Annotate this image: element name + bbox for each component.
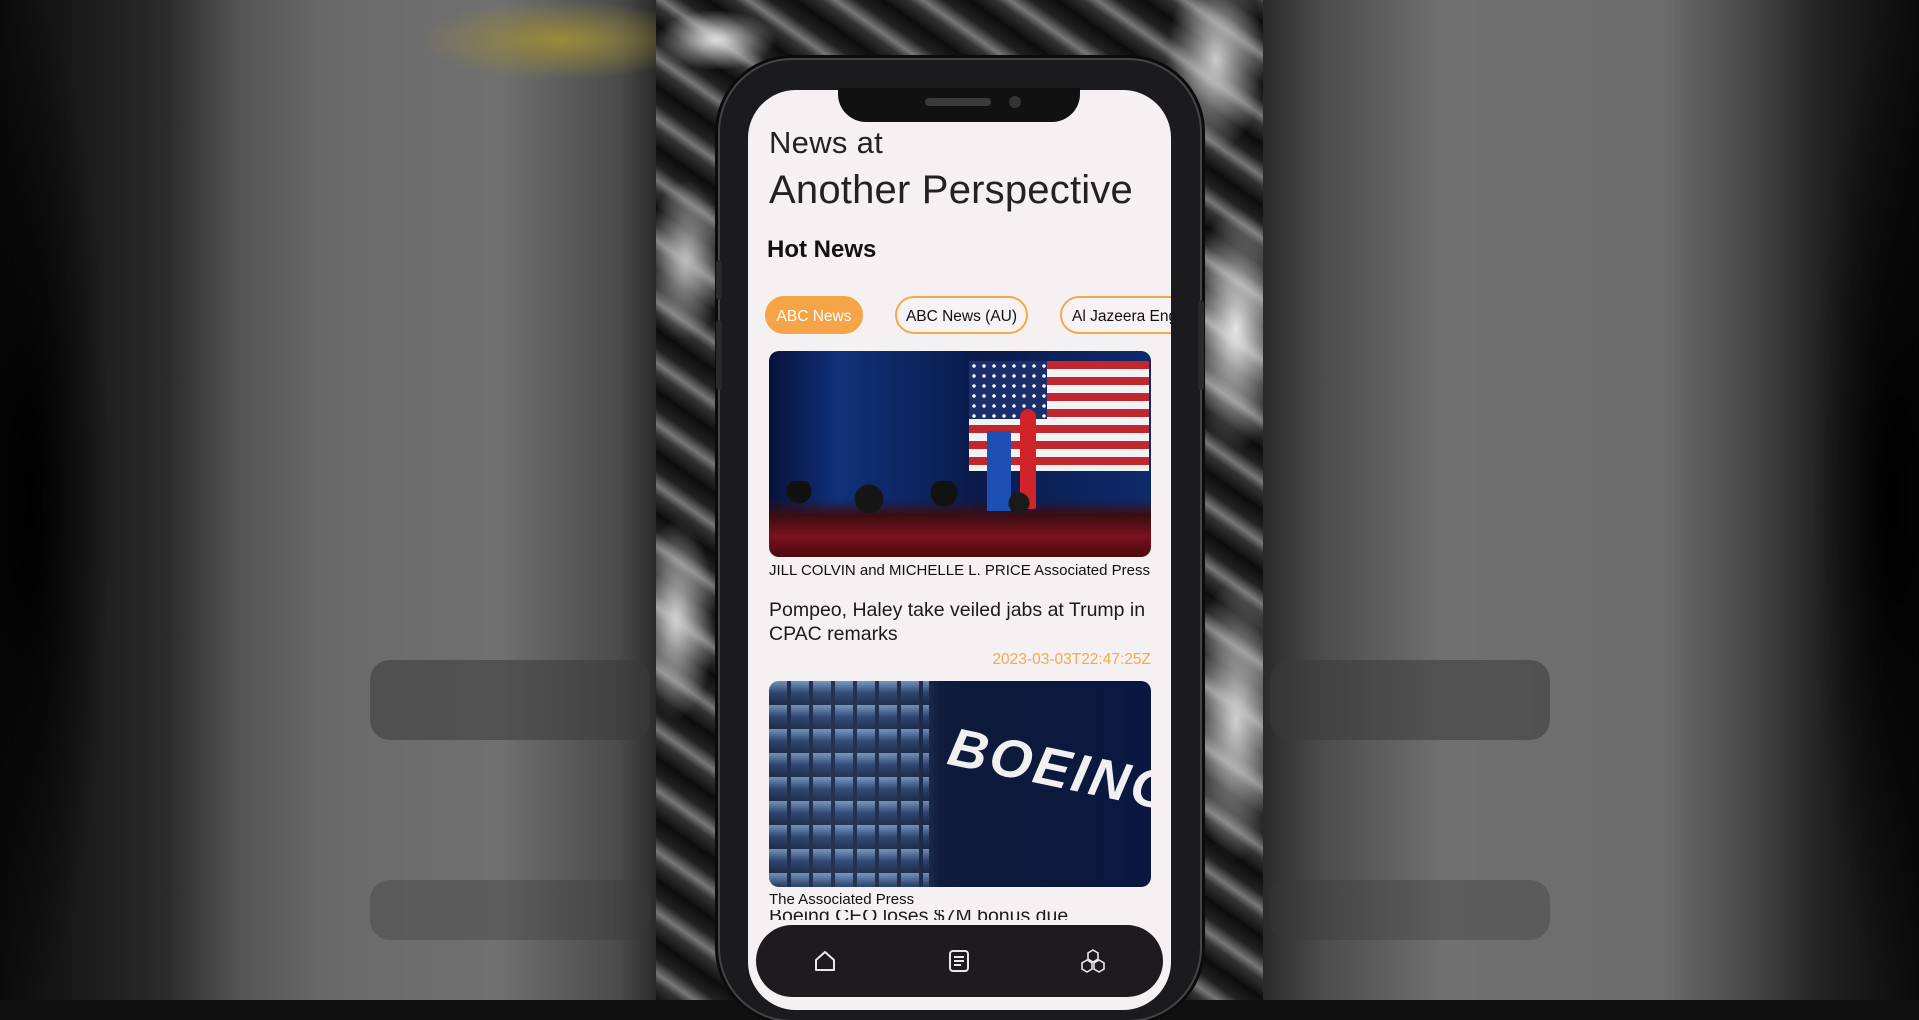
notch-speaker: [925, 98, 991, 106]
background-right: [1263, 0, 1919, 1000]
background-blur-shape: [1270, 880, 1550, 940]
source-chip-al-jazeera[interactable]: Al Jazeera English: [1060, 296, 1171, 334]
crowd-graphic: [769, 481, 1151, 521]
phone-side-button: [716, 260, 722, 300]
article-timestamp: 2023-03-03T22:47:25Z: [992, 651, 1151, 668]
boeing-logo-text: BOEING: [943, 716, 1151, 824]
bottom-nav-bar: [756, 925, 1163, 997]
source-chip-abc-news[interactable]: ABC News: [765, 296, 863, 334]
background-blur-shape: [370, 660, 650, 740]
app-title-line1: News at: [769, 125, 884, 160]
home-icon[interactable]: [812, 948, 838, 974]
list-icon[interactable]: [946, 948, 972, 974]
source-chip-abc-news-au[interactable]: ABC News (AU): [895, 296, 1028, 334]
section-title: Hot News: [767, 236, 877, 263]
article-headline[interactable]: Pompeo, Haley take veiled jabs at Trump …: [769, 598, 1151, 646]
article-byline: JILL COLVIN and MICHELLE L. PRICE Associ…: [769, 562, 1150, 579]
background-left: [0, 0, 656, 1000]
notch-camera: [1009, 96, 1021, 108]
background-blur-shape: [370, 880, 650, 940]
article-headline-clipped[interactable]: Boeing CEO loses $7M bonus due: [769, 910, 1151, 920]
trading-floor-graphic: [769, 681, 929, 887]
app-title-line2: Another Perspective: [769, 168, 1133, 212]
hexagon-icon[interactable]: [1080, 948, 1106, 974]
article-headline: Boeing CEO loses $7M bonus due: [769, 910, 1151, 920]
article-byline: The Associated Press: [769, 891, 915, 908]
phone-side-button: [1198, 300, 1204, 390]
source-chip-row[interactable]: ABC News ABC News (AU) Al Jazeera Englis…: [748, 296, 1171, 340]
flag-canton: [969, 361, 1047, 419]
background-blur-shape: [1270, 660, 1550, 740]
phone-side-button: [716, 320, 722, 390]
article-image[interactable]: BOEING: [769, 681, 1151, 887]
article-image[interactable]: [769, 351, 1151, 557]
